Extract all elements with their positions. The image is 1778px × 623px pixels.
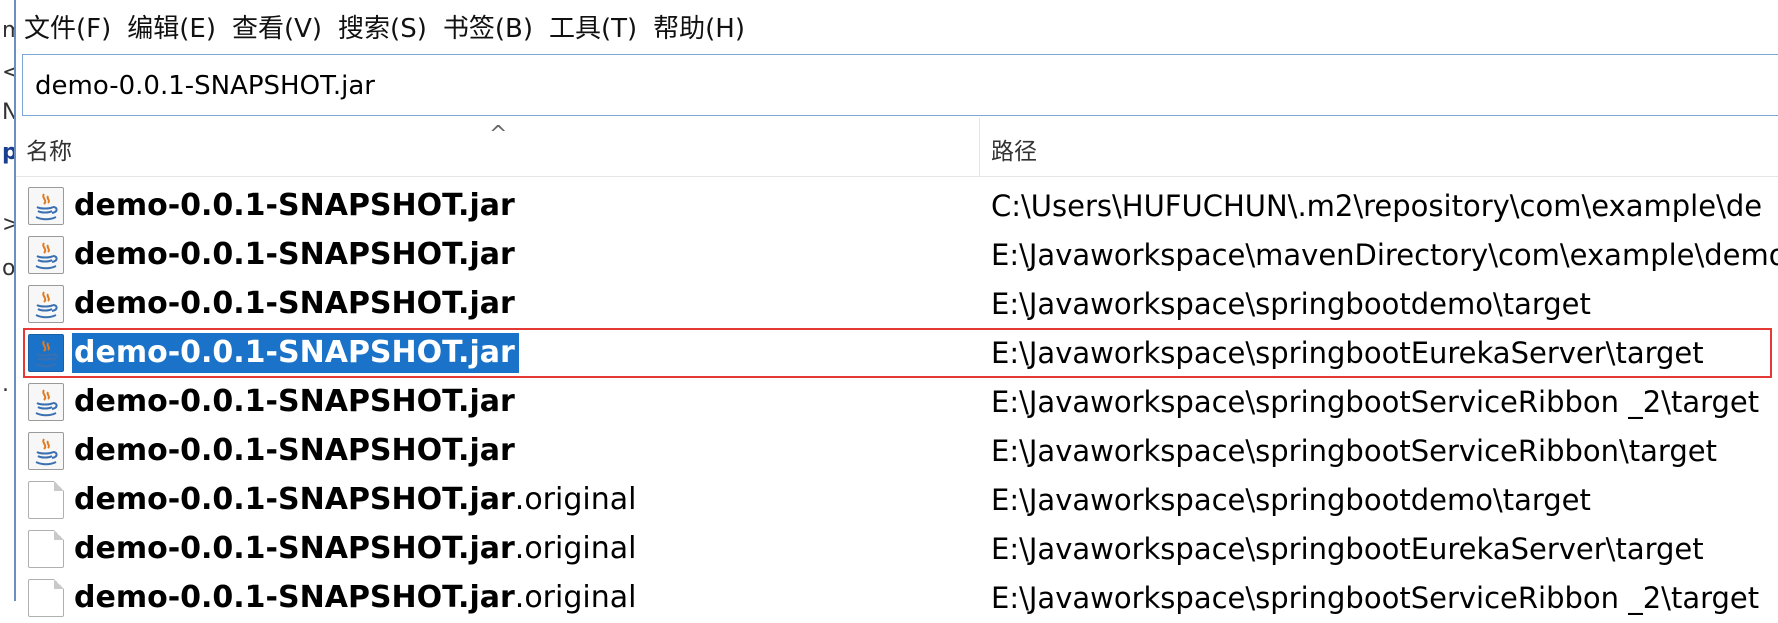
file-path: E:\Javaworkspace\springbootdemo\target: [991, 287, 1591, 321]
file-path: E:\Javaworkspace\springbootServiceRibbon…: [991, 434, 1717, 468]
java-jar-icon: [28, 236, 64, 274]
file-path: E:\Javaworkspace\springbootEurekaServer\…: [991, 532, 1704, 566]
menu-view[interactable]: 查看(V): [224, 8, 330, 45]
file-path: E:\Javaworkspace\springbootServiceRibbon…: [991, 581, 1760, 615]
file-path: C:\Users\HUFUCHUN\.m2\repository\com\exa…: [991, 189, 1763, 223]
menu-file[interactable]: 文件(F): [16, 8, 119, 45]
menu-tools[interactable]: 工具(T): [541, 8, 645, 45]
column-header-path[interactable]: 路径: [991, 132, 1037, 166]
result-row[interactable]: demo-0.0.1-SNAPSHOT.jar.original E:\Java…: [16, 525, 1778, 574]
file-name: demo-0.0.1-SNAPSHOT.jar: [74, 237, 515, 272]
results-header: 名称 ^ 路径: [16, 118, 1778, 177]
file-path: E:\Javaworkspace\springbootdemo\target: [991, 483, 1591, 517]
menu-help[interactable]: 帮助(H): [645, 8, 753, 45]
file-name: demo-0.0.1-SNAPSHOT.jar: [74, 384, 515, 419]
result-row[interactable]: demo-0.0.1-SNAPSHOT.jar.original E:\Java…: [16, 574, 1778, 623]
menu-edit[interactable]: 编辑(E): [119, 8, 224, 45]
file-path: E:\Javaworkspace\mavenDirectory\com\exam…: [991, 238, 1778, 272]
result-row[interactable]: demo-0.0.1-SNAPSHOT.jar E:\Javaworkspace…: [16, 427, 1778, 476]
result-row[interactable]: demo-0.0.1-SNAPSHOT.jar E:\Javaworkspace…: [16, 329, 1778, 378]
column-divider[interactable]: [979, 118, 980, 176]
file-name: demo-0.0.1-SNAPSHOT.jar: [74, 188, 515, 223]
blank-file-icon: [28, 481, 64, 519]
file-name: demo-0.0.1-SNAPSHOT.jar.original: [74, 531, 637, 566]
file-name: demo-0.0.1-SNAPSHOT.jar.original: [74, 580, 637, 615]
menu-bookmarks[interactable]: 书签(B): [435, 8, 541, 45]
result-row[interactable]: demo-0.0.1-SNAPSHOT.jar E:\Javaworkspace…: [16, 378, 1778, 427]
java-jar-icon: [28, 383, 64, 421]
file-path: E:\Javaworkspace\springbootServiceRibbon…: [991, 385, 1760, 419]
menu-search[interactable]: 搜索(S): [330, 8, 435, 45]
file-name: demo-0.0.1-SNAPSHOT.jar: [72, 333, 519, 373]
sort-ascending-icon: ^: [489, 122, 508, 147]
java-jar-icon: [28, 187, 64, 225]
file-path: E:\Javaworkspace\springbootEurekaServer\…: [991, 336, 1704, 370]
blank-file-icon: [28, 579, 64, 617]
result-row[interactable]: demo-0.0.1-SNAPSHOT.jar E:\Javaworkspace…: [16, 231, 1778, 280]
result-row[interactable]: demo-0.0.1-SNAPSHOT.jar C:\Users\HUFUCHU…: [16, 182, 1778, 231]
result-row[interactable]: demo-0.0.1-SNAPSHOT.jar E:\Javaworkspace…: [16, 280, 1778, 329]
background-window-strip: m < N p > o .: [0, 0, 14, 601]
file-name: demo-0.0.1-SNAPSHOT.jar.original: [74, 482, 637, 517]
java-jar-icon: [28, 334, 64, 372]
java-jar-icon: [28, 285, 64, 323]
blank-file-icon: [28, 530, 64, 568]
search-box[interactable]: [22, 54, 1778, 117]
results-list: demo-0.0.1-SNAPSHOT.jar C:\Users\HUFUCHU…: [16, 182, 1778, 623]
search-input[interactable]: [33, 55, 1737, 117]
result-row[interactable]: demo-0.0.1-SNAPSHOT.jar.original E:\Java…: [16, 476, 1778, 525]
column-header-name[interactable]: 名称: [26, 132, 72, 166]
java-jar-icon: [28, 432, 64, 470]
file-name: demo-0.0.1-SNAPSHOT.jar: [74, 286, 515, 321]
menu-bar: 文件(F) 编辑(E) 查看(V) 搜索(S) 书签(B) 工具(T) 帮助(H…: [16, 0, 1778, 52]
file-name: demo-0.0.1-SNAPSHOT.jar: [74, 433, 515, 468]
search-app-window: 文件(F) 编辑(E) 查看(V) 搜索(S) 书签(B) 工具(T) 帮助(H…: [16, 0, 1778, 617]
